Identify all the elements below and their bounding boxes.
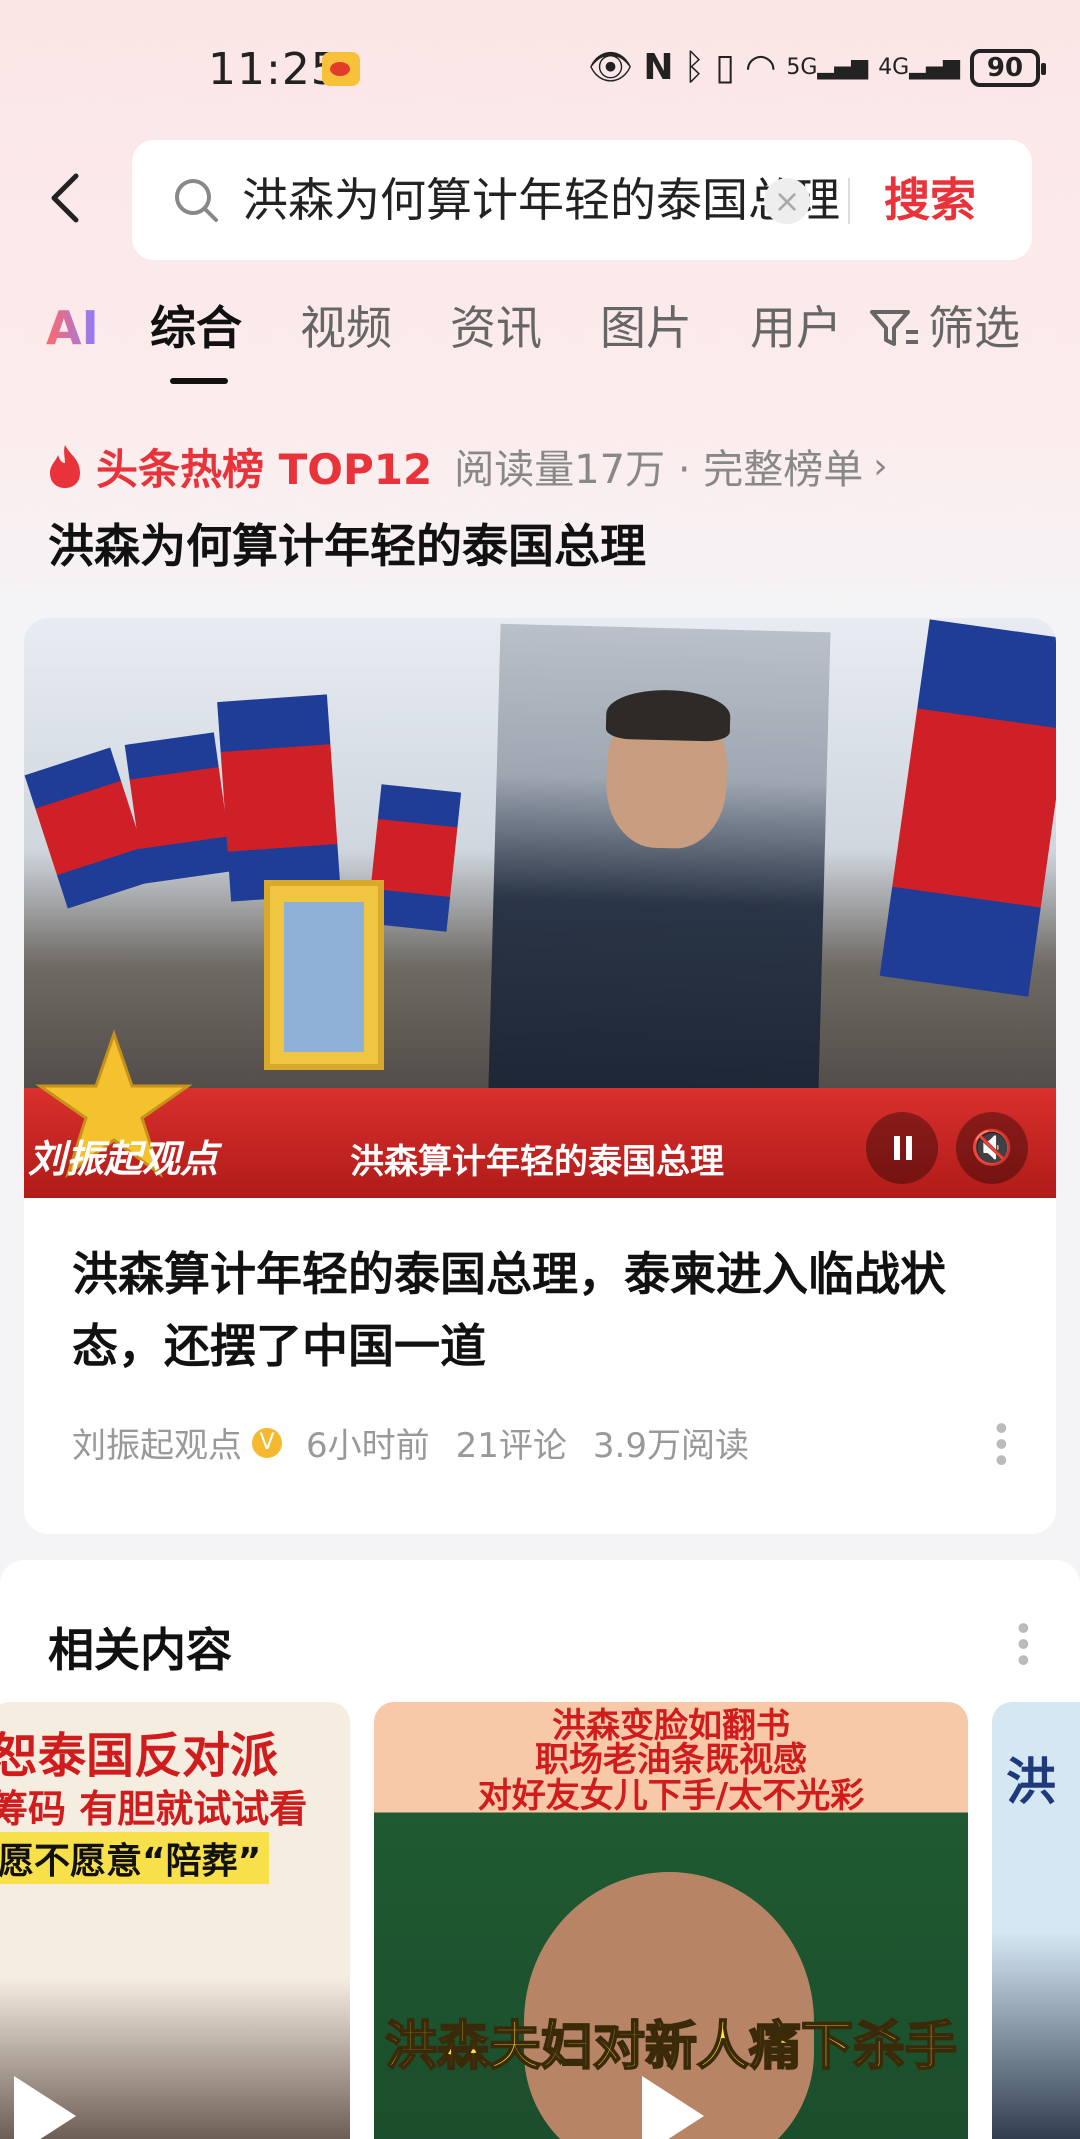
- filter-label: 筛选: [928, 301, 1020, 355]
- eye-icon: 👁: [587, 47, 634, 88]
- search-box[interactable]: 洪森为何算计年轻的泰国总理 × 搜索: [132, 140, 1032, 260]
- article-card[interactable]: 刘振起观点 洪森算计年轻的泰国总理 🔇 洪森算计年轻的泰国总理，泰柬进入临战状态…: [24, 618, 1056, 1534]
- pause-button[interactable]: [866, 1112, 938, 1184]
- publish-time: 6小时前: [306, 1426, 430, 1466]
- flag-image: [124, 732, 234, 884]
- battery-icon: 90: [970, 49, 1046, 87]
- related-video-card[interactable]: 洪森变脸如翻书 职场老油条既视感 对好友女儿下手/太不光彩 洪森夫妇对新人痛下杀…: [374, 1702, 968, 2139]
- related-video-card[interactable]: 恕泰国反对派 筹码 有胆就试试看 愿不愿意“陪葬”: [0, 1702, 350, 2139]
- tab-active-indicator: [170, 378, 228, 384]
- hot-topic-title[interactable]: 洪森为何算计年轻的泰国总理: [48, 510, 646, 576]
- chevron-right-icon: ›: [873, 445, 888, 487]
- signal-5g-icon: 5G▂▄▆: [786, 55, 869, 80]
- article-title[interactable]: 洪森算计年轻的泰国总理，泰柬进入临战状态，还摆了中国一道: [72, 1238, 1022, 1382]
- thumb-caption: 洪森夫妇对新人痛下杀手: [384, 2016, 958, 2078]
- clear-search-button[interactable]: ×: [764, 178, 810, 224]
- comment-count: 21评论: [455, 1426, 567, 1466]
- flag-image: [217, 694, 341, 902]
- bluetooth-icon: ᛒ: [683, 47, 706, 88]
- signal-5g-label: 5G: [786, 55, 818, 80]
- search-submit-button[interactable]: 搜索: [884, 168, 976, 232]
- tab-comprehensive[interactable]: 综合: [150, 296, 242, 360]
- vibrate-icon: ▯: [715, 47, 735, 88]
- close-icon: ×: [773, 182, 801, 220]
- verified-badge-icon: V: [252, 1427, 282, 1458]
- status-time: 11:25: [208, 44, 340, 95]
- nfc-icon: N: [643, 47, 674, 88]
- thumb-headline: 筹码 有胆就试试看: [0, 1787, 308, 1831]
- tab-video[interactable]: 视频: [300, 296, 392, 360]
- video-caption: 洪森算计年轻的泰国总理: [350, 1142, 724, 1182]
- thumb-headline: 对好友女儿下手/太不光彩: [477, 1776, 865, 1816]
- related-more-button[interactable]: •••: [1002, 1618, 1042, 1666]
- thumb-headline: 恕泰国反对派: [0, 1728, 279, 1784]
- thumb-headline: 愿不愿意“陪葬”: [0, 1832, 270, 1884]
- tab-users[interactable]: 用户: [750, 296, 842, 360]
- video-channel-watermark: 刘振起观点: [28, 1136, 219, 1181]
- back-button[interactable]: [40, 168, 100, 228]
- signal-4g-label: 4G: [878, 55, 910, 80]
- related-section: 相关内容 ••• 恕泰国反对派 筹码 有胆就试试看 愿不愿意“陪葬” 洪森变脸如…: [0, 1560, 1080, 2139]
- signal-4g-icon: 4G▂▄▆: [878, 55, 960, 80]
- read-count: 3.9万阅读: [592, 1426, 749, 1466]
- wifi-icon: ◠: [744, 47, 777, 88]
- more-options-button[interactable]: •••: [980, 1418, 1020, 1466]
- search-divider: [848, 178, 850, 224]
- portrait-image: [487, 623, 831, 1133]
- fire-icon: [50, 445, 80, 488]
- weibo-icon: [322, 52, 360, 86]
- mute-button[interactable]: 🔇: [956, 1112, 1028, 1184]
- related-title: 相关内容: [48, 1623, 232, 1677]
- hot-list-label: 头条热榜 TOP12: [96, 444, 433, 494]
- mute-icon: 🔇: [970, 1128, 1014, 1168]
- play-icon: [14, 2076, 76, 2139]
- tab-images[interactable]: 图片: [600, 296, 692, 360]
- chevron-left-icon: [51, 173, 79, 223]
- search-icon: [175, 179, 218, 222]
- status-icons: 👁 N ᛒ ▯ ◠ 5G▂▄▆ 4G▂▄▆ 90: [587, 46, 1046, 90]
- related-video-card[interactable]: 洪: [992, 1702, 1080, 2139]
- status-bar: 11:25 👁 N ᛒ ▯ ◠ 5G▂▄▆ 4G▂▄▆ 90: [0, 0, 1080, 140]
- filter-icon: [870, 310, 918, 346]
- author-name[interactable]: 刘振起观点: [72, 1418, 242, 1467]
- portrait-hair: [605, 688, 731, 742]
- filter-button[interactable]: 筛选: [868, 296, 1020, 360]
- thumb-headline: 洪: [1006, 1753, 1056, 1811]
- search-tabs: AI 综合 视频 资讯 图片 用户 筛选: [0, 296, 1080, 392]
- article-meta: 刘振起观点 V 6小时前 21评论 3.9万阅读: [72, 1418, 749, 1467]
- tab-news[interactable]: 资讯: [450, 296, 542, 360]
- hot-list-meta[interactable]: 阅读量17万 · 完整榜单: [454, 437, 863, 495]
- play-icon: [642, 2076, 704, 2139]
- video-player[interactable]: 刘振起观点 洪森算计年轻的泰国总理 🔇: [24, 618, 1056, 1198]
- tab-ai[interactable]: AI: [46, 296, 99, 360]
- hot-list-row[interactable]: 头条热榜 TOP12 阅读量17万 · 完整榜单 ›: [46, 438, 888, 494]
- small-portrait-image: [264, 880, 384, 1070]
